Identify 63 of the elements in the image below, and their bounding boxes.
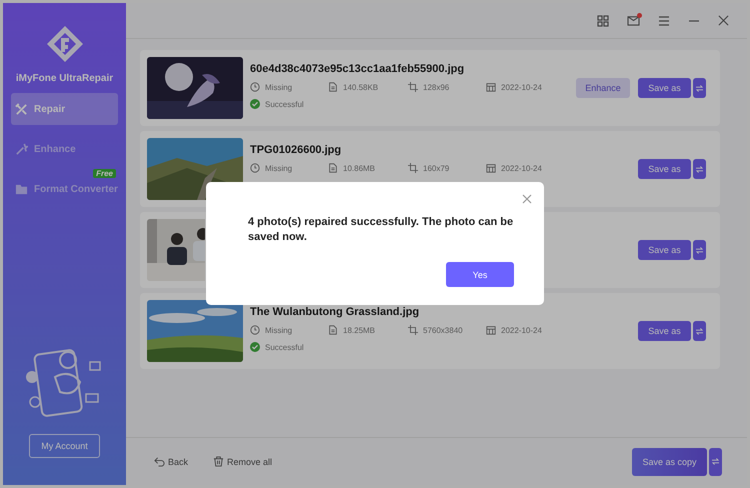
logo-icon xyxy=(44,24,84,64)
crop-icon xyxy=(408,82,418,92)
save-as-button[interactable]: Save as xyxy=(638,159,691,179)
swap-icon xyxy=(712,458,719,465)
file-detail: 140.58KB xyxy=(343,82,378,92)
mail-icon[interactable] xyxy=(627,15,640,26)
file-name: TPG01026600.jpg xyxy=(250,144,342,156)
file-detail: 2022-10-24 xyxy=(501,82,542,92)
file-icon xyxy=(328,82,338,92)
file-detail: Missing xyxy=(265,82,292,92)
back-button[interactable]: Back xyxy=(154,456,188,467)
file-icon xyxy=(328,163,338,173)
file-detail: Missing xyxy=(265,164,292,172)
account-button[interactable]: My Account xyxy=(29,434,100,458)
format-button[interactable] xyxy=(693,321,706,341)
file-name: 60e4d38c4073e95c13cc1aa1feb55900.jpg xyxy=(250,63,466,75)
swap-icon xyxy=(696,84,703,92)
menu-icon[interactable] xyxy=(658,14,670,26)
tools-icon xyxy=(15,102,28,116)
file-icon xyxy=(328,325,338,335)
file-detail: Missing xyxy=(265,326,292,334)
crop-icon xyxy=(408,325,418,335)
file-detail: 2022-10-24 xyxy=(501,326,542,334)
calendar-icon xyxy=(486,163,496,173)
dialog-message: 4 photo(s) repaired successfully. The photo can be saved now. xyxy=(248,215,514,245)
file-detail: 160x79 xyxy=(423,164,450,172)
check-icon xyxy=(250,99,260,109)
clock-icon xyxy=(250,82,260,92)
clock-icon xyxy=(250,163,260,173)
format-button[interactable] xyxy=(693,159,706,179)
close-icon[interactable] xyxy=(522,194,532,204)
format-button[interactable] xyxy=(693,78,706,98)
format-button[interactable] xyxy=(709,448,722,476)
status-text: Successful xyxy=(265,342,304,352)
file-detail: 128x96 xyxy=(423,82,450,92)
remove-all-button[interactable]: Remove all xyxy=(213,456,272,467)
swap-icon xyxy=(696,328,703,334)
file-detail: 10.86MB xyxy=(343,164,376,172)
file-name: The Wulanbutong Grassland.jpg xyxy=(250,306,420,318)
enhance-button[interactable]: Enhance xyxy=(576,78,630,98)
swap-icon xyxy=(696,246,703,254)
free-badge: Free xyxy=(93,169,116,178)
undo-icon xyxy=(154,456,165,467)
app-name: iMyFone UltraRepair xyxy=(16,73,114,84)
save-as-copy-button[interactable]: Save as copy xyxy=(632,448,707,476)
swap-icon xyxy=(696,166,703,172)
yes-button[interactable]: Yes xyxy=(446,262,514,287)
calendar-icon xyxy=(486,325,496,335)
save-as-button[interactable]: Save as xyxy=(638,240,691,260)
status-text: Successful xyxy=(265,100,304,108)
clock-icon xyxy=(250,325,260,335)
file-detail: 5760x3840 xyxy=(423,326,463,334)
grid-icon[interactable] xyxy=(597,14,609,26)
calendar-icon xyxy=(486,82,496,92)
save-as-button[interactable]: Save as xyxy=(638,321,691,341)
format-button[interactable] xyxy=(693,240,706,260)
file-detail: 2022-10-24 xyxy=(501,164,542,172)
trash-icon xyxy=(213,456,224,467)
close-icon[interactable] xyxy=(718,15,729,26)
file-detail: 18.25MB xyxy=(343,326,376,334)
save-as-button[interactable]: Save as xyxy=(638,78,691,98)
check-icon xyxy=(250,342,260,352)
crop-icon xyxy=(408,163,418,173)
